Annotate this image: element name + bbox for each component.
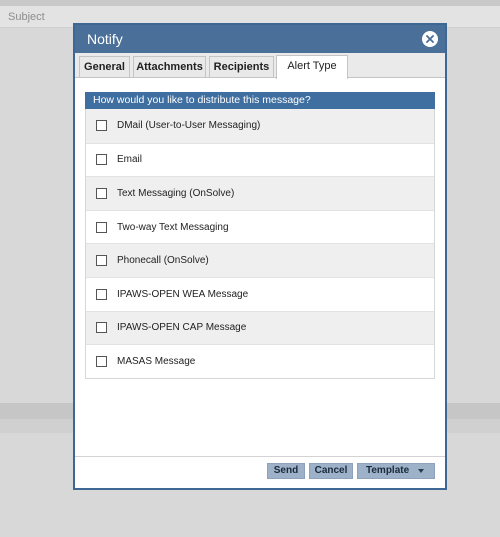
dialog-header: Notify (75, 25, 445, 53)
option-ipaws-wea[interactable]: IPAWS-OPEN WEA Message (86, 276, 434, 311)
template-dropdown-button[interactable]: Template (357, 463, 435, 479)
checkbox-ipaws-wea[interactable] (96, 288, 107, 300)
option-phonecall[interactable]: Phonecall (OnSolve) (86, 243, 434, 277)
close-button[interactable] (422, 31, 438, 47)
checkbox-two-way-text[interactable] (96, 221, 107, 233)
close-icon (426, 35, 434, 43)
option-label: DMail (User-to-User Messaging) (117, 120, 261, 132)
dialog-title: Notify (87, 31, 123, 47)
option-email[interactable]: Email (86, 142, 434, 177)
option-label: Text Messaging (OnSolve) (117, 187, 235, 199)
option-text-messaging[interactable]: Text Messaging (OnSolve) (86, 176, 434, 210)
send-button[interactable]: Send (267, 463, 305, 479)
tab-general[interactable]: General (79, 56, 130, 77)
option-label: Two-way Text Messaging (117, 221, 229, 233)
option-dmail[interactable]: DMail (User-to-User Messaging) (86, 109, 434, 143)
checkbox-masas[interactable] (96, 355, 107, 367)
tab-recipients[interactable]: Recipients (209, 56, 274, 77)
option-label: IPAWS-OPEN CAP Message (117, 322, 247, 334)
template-label: Template (366, 465, 410, 476)
checkbox-phonecall[interactable] (96, 255, 107, 267)
option-label: Phonecall (OnSolve) (117, 255, 209, 267)
option-ipaws-cap[interactable]: IPAWS-OPEN CAP Message (86, 310, 434, 345)
checkbox-dmail[interactable] (96, 120, 107, 132)
distribution-question: How would you like to distribute this me… (85, 92, 435, 109)
tab-alert-type[interactable]: Alert Type (276, 55, 348, 79)
option-label: Email (117, 154, 143, 166)
checkbox-email[interactable] (96, 154, 107, 166)
tab-bar: General Attachments Recipients Alert Typ… (75, 53, 445, 79)
option-label: MASAS Message (117, 355, 196, 367)
distribution-options-list: DMail (User-to-User Messaging) Email Tex… (85, 109, 435, 379)
chevron-down-icon (418, 469, 424, 473)
option-two-way-text[interactable]: Two-way Text Messaging (86, 209, 434, 244)
cancel-button[interactable]: Cancel (309, 463, 353, 479)
checkbox-text-messaging[interactable] (96, 187, 107, 199)
option-masas[interactable]: MASAS Message (86, 344, 434, 378)
option-label: IPAWS-OPEN WEA Message (117, 288, 249, 300)
footer-divider (75, 456, 445, 457)
tab-attachments[interactable]: Attachments (133, 56, 206, 77)
notify-dialog: Notify General Attachments Recipients Al… (73, 23, 447, 490)
checkbox-ipaws-cap[interactable] (96, 322, 107, 334)
